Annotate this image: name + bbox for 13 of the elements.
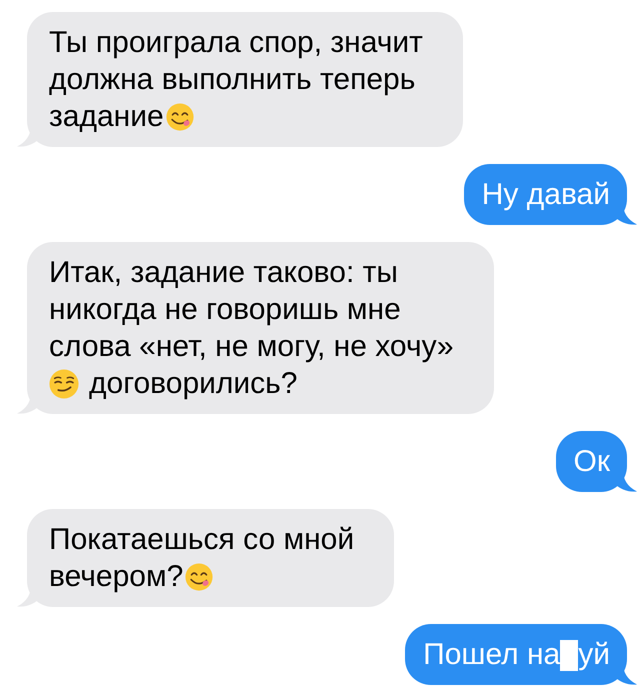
smiling-face-tongue-icon bbox=[185, 563, 214, 591]
message-text: Пошел на bbox=[423, 638, 560, 671]
smirking-face-icon bbox=[49, 369, 79, 399]
message-text: задание bbox=[49, 100, 164, 133]
smiling-face-tongue-icon bbox=[166, 103, 194, 131]
message-text: договорились? bbox=[89, 367, 298, 400]
message-text: вечером? bbox=[49, 560, 184, 593]
censor-patch bbox=[560, 640, 578, 671]
message-text: Покатаешься со мной bbox=[49, 523, 354, 556]
message-text: Итак, задание таково: ты никогда не говоришь мне слова «нет, не могу, не хочу» bbox=[49, 256, 454, 363]
message-text: Ок bbox=[574, 445, 610, 478]
message-text: уй bbox=[578, 638, 610, 671]
message-text: Ну давай bbox=[482, 178, 610, 211]
